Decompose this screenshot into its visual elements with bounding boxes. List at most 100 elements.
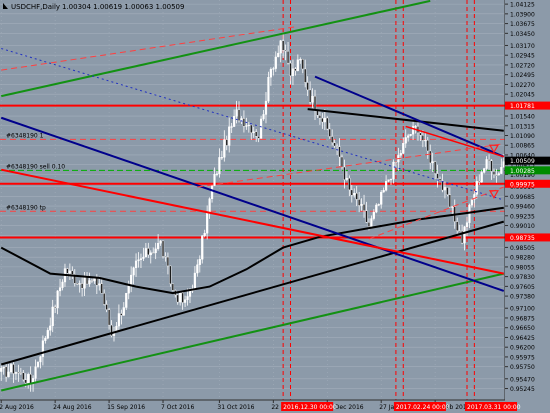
candle-body — [434, 161, 437, 174]
candle-body — [335, 145, 339, 148]
candle-body — [309, 89, 312, 103]
candle-body — [328, 128, 331, 137]
candle-body — [365, 210, 368, 223]
candle-body — [448, 194, 451, 208]
candle-body — [421, 135, 424, 141]
candle-body — [206, 212, 209, 234]
candle-body — [81, 283, 84, 289]
candle-body — [468, 204, 471, 223]
candle-body — [179, 292, 182, 303]
candle-body — [316, 110, 319, 116]
candle-body — [230, 126, 233, 128]
candle-body — [291, 68, 295, 76]
candle-body — [98, 283, 101, 286]
candle-body — [41, 340, 45, 357]
price-tick-label: 1.01090 — [510, 133, 535, 140]
price-tick-label: 0.95975 — [510, 354, 535, 361]
candle-body — [157, 243, 160, 249]
price-tick-label: 1.02495 — [510, 72, 535, 79]
candle-body — [367, 222, 371, 227]
ohlc-label: 1.00304 1.00619 1.00063 1.00509 — [62, 3, 184, 11]
candle-body — [223, 139, 226, 158]
candle-body — [380, 191, 383, 205]
order-label: #6348190 tp — [6, 204, 46, 211]
candle-body — [370, 218, 373, 227]
price-tick-label: 0.97605 — [510, 284, 535, 291]
candle-body — [117, 313, 120, 327]
symbol-label: USDCHF,Daily — [11, 3, 60, 11]
candle-body — [333, 142, 336, 147]
price-tick-label: 0.96200 — [510, 345, 535, 352]
candle-body — [321, 117, 324, 123]
candle-body — [152, 252, 155, 254]
candle-body — [257, 136, 260, 139]
candle-body — [66, 268, 69, 274]
price-tick-label: 0.97100 — [510, 306, 535, 313]
candle-body — [247, 124, 250, 127]
candle-body — [500, 167, 503, 174]
candle-body — [340, 156, 344, 168]
candle-body — [313, 95, 317, 112]
candle-body — [389, 178, 393, 181]
candle-body — [144, 248, 147, 258]
candle-body — [407, 135, 410, 138]
candle-body — [130, 274, 133, 285]
price-tick-label: 1.03170 — [510, 43, 535, 50]
candle-body — [201, 235, 204, 260]
candle-body — [34, 366, 37, 379]
chart-canvas[interactable]: #6348190 1#6348190 sell 0.10#6348190 tp … — [0, 0, 550, 413]
candle-body — [142, 256, 145, 259]
candle-body — [166, 256, 170, 267]
candle-body — [304, 68, 307, 83]
candle-body — [387, 179, 390, 182]
candle-body — [176, 294, 179, 303]
candle-body — [76, 283, 79, 285]
candle-body — [46, 330, 49, 339]
price-tag-label: 0.99975 — [510, 181, 535, 188]
price-tick-label: 0.99460 — [510, 204, 535, 211]
candle-body — [426, 139, 429, 152]
candle-body — [2, 366, 5, 369]
candle-body — [215, 173, 219, 175]
candle-body — [343, 166, 346, 180]
candle-body — [360, 204, 363, 206]
candle-body — [139, 258, 143, 260]
candle-body — [495, 174, 498, 176]
price-tick-label: 0.99685 — [510, 194, 535, 201]
candle-body — [483, 168, 486, 173]
candle-body — [502, 161, 505, 168]
candle-body — [485, 159, 488, 169]
candle-body — [446, 187, 449, 195]
candle-body — [262, 114, 265, 120]
candle-body — [382, 190, 385, 193]
candle-body — [404, 137, 407, 144]
price-tick-label: 0.96650 — [510, 325, 535, 332]
candle-body — [296, 59, 299, 71]
candle-body — [0, 367, 3, 372]
candle-body — [394, 161, 398, 164]
candle-body — [269, 68, 272, 78]
candle-body — [377, 204, 380, 206]
candle-body — [438, 178, 442, 182]
candle-body — [137, 259, 140, 262]
candle-body — [24, 379, 27, 384]
candle-body — [183, 299, 187, 303]
candle-body — [90, 280, 94, 282]
price-tick-label: 1.03675 — [510, 21, 535, 28]
candle-body — [203, 233, 206, 236]
candle-body — [68, 270, 71, 274]
price-tick-label: 0.95470 — [510, 376, 535, 383]
candle-body — [475, 181, 478, 195]
candle-body — [375, 204, 378, 213]
candle-body — [267, 77, 270, 102]
candle-body — [294, 68, 297, 71]
candle-body — [19, 372, 22, 374]
candle-body — [245, 125, 248, 127]
candle-body — [171, 283, 174, 291]
candle-body — [411, 126, 415, 135]
price-tag-label: 1.01781 — [510, 103, 535, 110]
price-tick-label: 0.96425 — [510, 335, 535, 342]
candle-body — [27, 374, 30, 384]
candle-body — [255, 131, 258, 137]
date-tag-label: 2017.02.24 00:00 — [396, 404, 450, 411]
